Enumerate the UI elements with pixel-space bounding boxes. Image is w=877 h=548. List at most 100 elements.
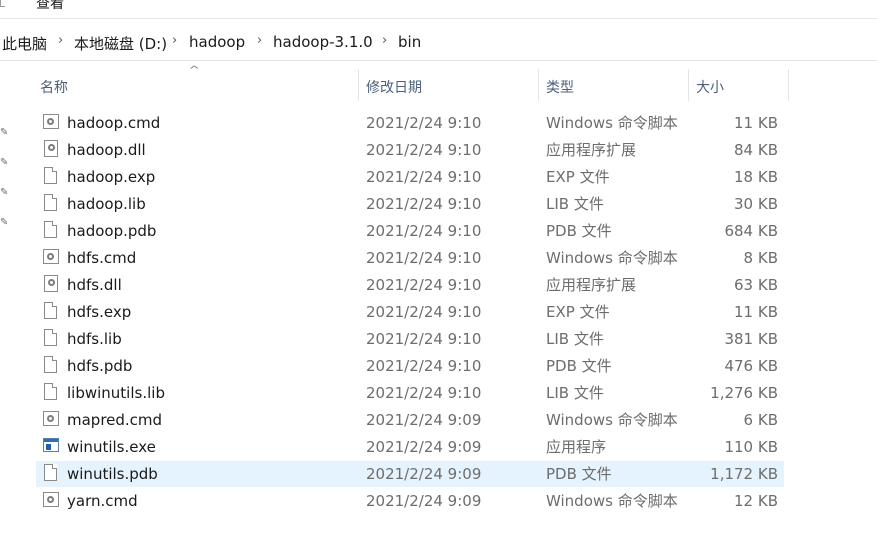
file-row[interactable]: winutils.exe 2021/2/24 9:09 应用程序 110 KB — [36, 434, 784, 460]
file-size: 12 KB — [734, 492, 778, 510]
file-size: 18 KB — [734, 168, 778, 186]
file-name: hdfs.lib — [67, 330, 122, 348]
file-name: hadoop.cmd — [67, 114, 161, 132]
file-size: 684 KB — [724, 222, 778, 240]
cmd-file-icon — [43, 114, 59, 129]
file-size: 476 KB — [724, 357, 778, 375]
file-name: winutils.exe — [67, 438, 156, 456]
file-row[interactable]: hdfs.dll 2021/2/24 9:10 应用程序扩展 63 KB — [36, 272, 784, 298]
gear-icon — [48, 144, 55, 151]
file-row[interactable]: hadoop.dll 2021/2/24 9:10 应用程序扩展 84 KB — [36, 137, 784, 163]
file-modified-date: 2021/2/24 9:10 — [366, 222, 482, 240]
file-name: hdfs.dll — [67, 276, 122, 294]
breadcrumb-hadoop[interactable]: hadoop — [189, 33, 245, 51]
blank-file-icon — [44, 356, 57, 373]
chevron-right-icon[interactable]: › — [382, 33, 387, 48]
file-type: PDB 文件 — [546, 357, 612, 375]
file-size: 63 KB — [734, 276, 778, 294]
blank-file-icon — [44, 383, 57, 400]
file-type: LIB 文件 — [546, 330, 604, 348]
file-row[interactable]: hdfs.exp 2021/2/24 9:10 EXP 文件 11 KB — [36, 299, 784, 325]
file-name: hadoop.dll — [67, 141, 146, 159]
file-modified-date: 2021/2/24 9:10 — [366, 249, 482, 267]
column-header-name[interactable]: 名称 — [40, 77, 68, 97]
file-row[interactable]: mapred.cmd 2021/2/24 9:09 Windows 命令脚本 6 KB — [36, 407, 784, 433]
file-modified-date: 2021/2/24 9:10 — [366, 168, 482, 186]
gear-icon — [47, 415, 54, 422]
file-size: 11 KB — [734, 303, 778, 321]
file-row[interactable]: hdfs.lib 2021/2/24 9:10 LIB 文件 381 KB — [36, 326, 784, 352]
column-header-size[interactable]: 大小 — [696, 77, 724, 97]
file-modified-date: 2021/2/24 9:10 — [366, 276, 482, 294]
pin-icon[interactable]: ✎ — [0, 127, 10, 139]
chevron-right-icon[interactable]: › — [257, 33, 262, 48]
file-size: 11 KB — [734, 114, 778, 132]
file-size: 6 KB — [743, 411, 778, 429]
column-header-type[interactable]: 类型 — [546, 77, 574, 97]
dll-file-icon — [44, 275, 58, 292]
file-type: Windows 命令脚本 — [546, 411, 678, 429]
file-row[interactable]: hdfs.pdb 2021/2/24 9:10 PDB 文件 476 KB — [36, 353, 784, 379]
file-row[interactable]: hadoop.cmd 2021/2/24 9:10 Windows 命令脚本 11 K… — [36, 110, 784, 136]
breadcrumb-bin[interactable]: bin — [398, 33, 421, 51]
chevron-right-icon[interactable]: › — [172, 33, 177, 48]
file-modified-date: 2021/2/24 9:09 — [366, 411, 482, 429]
file-row[interactable]: libwinutils.lib 2021/2/24 9:10 LIB 文件 1,276… — [36, 380, 784, 406]
ribbon: 查看 — [0, 0, 877, 19]
cmd-file-icon — [43, 249, 59, 264]
file-type: LIB 文件 — [546, 195, 604, 213]
breadcrumb-local-disk[interactable]: 本地磁盘 (D:) — [74, 33, 167, 54]
exe-file-icon — [43, 438, 59, 452]
file-modified-date: 2021/2/24 9:10 — [366, 330, 482, 348]
file-modified-date: 2021/2/24 9:10 — [366, 195, 482, 213]
cmd-file-icon — [43, 492, 59, 507]
column-header-row: ^ 名称 修改日期 类型 大小 — [30, 65, 790, 101]
file-name: hadoop.pdb — [67, 222, 157, 240]
file-explorer-window: 查看 此电脑 › 本地磁盘 (D:) › hadoop › hadoop-3.1… — [0, 0, 877, 548]
ribbon-collapse-mark — [0, 0, 5, 7]
blank-file-icon — [44, 302, 57, 319]
column-header-date[interactable]: 修改日期 — [366, 77, 422, 97]
window-titlebar-glyph — [44, 439, 58, 442]
file-row[interactable]: hadoop.lib 2021/2/24 9:10 LIB 文件 30 KB — [36, 191, 784, 217]
column-divider[interactable] — [688, 69, 689, 101]
pin-icon[interactable]: ✎ — [0, 217, 10, 229]
file-modified-date: 2021/2/24 9:10 — [366, 114, 482, 132]
file-name: hadoop.lib — [67, 195, 146, 213]
file-size: 1,276 KB — [710, 384, 778, 402]
file-size: 84 KB — [734, 141, 778, 159]
file-type: 应用程序扩展 — [546, 276, 637, 294]
file-row[interactable]: hdfs.cmd 2021/2/24 9:10 Windows 命令脚本 8 KB — [36, 245, 784, 271]
pin-icon[interactable]: ✎ — [0, 157, 10, 169]
file-name: hadoop.exp — [67, 168, 156, 186]
file-row[interactable]: yarn.cmd 2021/2/24 9:09 Windows 命令脚本 12 KB — [36, 488, 784, 514]
address-bar[interactable]: 此电脑 › 本地磁盘 (D:) › hadoop › hadoop-3.1.0 … — [0, 26, 877, 61]
tab-view[interactable]: 查看 — [36, 0, 64, 13]
file-name: mapred.cmd — [67, 411, 163, 429]
breadcrumb-this-pc[interactable]: 此电脑 — [2, 33, 47, 54]
column-divider[interactable] — [788, 69, 789, 101]
file-modified-date: 2021/2/24 9:10 — [366, 141, 482, 159]
gear-icon — [47, 496, 54, 503]
column-divider[interactable] — [538, 69, 539, 101]
file-type: PDB 文件 — [546, 465, 612, 483]
chevron-right-icon[interactable]: › — [58, 33, 63, 48]
blank-file-icon — [44, 221, 57, 238]
breadcrumb-hadoop-3-1-0[interactable]: hadoop-3.1.0 — [273, 33, 373, 51]
file-size: 1,172 KB — [710, 465, 778, 483]
file-modified-date: 2021/2/24 9:09 — [366, 438, 482, 456]
file-name: hdfs.pdb — [67, 357, 133, 375]
file-type: EXP 文件 — [546, 168, 610, 186]
cmd-file-icon — [43, 411, 59, 426]
column-divider[interactable] — [358, 69, 359, 101]
blank-file-icon — [44, 329, 57, 346]
file-type: Windows 命令脚本 — [546, 114, 678, 132]
window-block-glyph — [46, 444, 51, 450]
file-row[interactable]: hadoop.pdb 2021/2/24 9:10 PDB 文件 684 KB — [36, 218, 784, 244]
pin-icon[interactable]: ✎ — [0, 187, 10, 199]
file-row[interactable]: winutils.pdb 2021/2/24 9:09 PDB 文件 1,172 KB — [36, 461, 784, 487]
file-row[interactable]: hadoop.exp 2021/2/24 9:10 EXP 文件 18 KB — [36, 164, 784, 190]
gear-icon — [47, 118, 54, 125]
file-name: hdfs.exp — [67, 303, 132, 321]
file-type: 应用程序扩展 — [546, 141, 637, 159]
